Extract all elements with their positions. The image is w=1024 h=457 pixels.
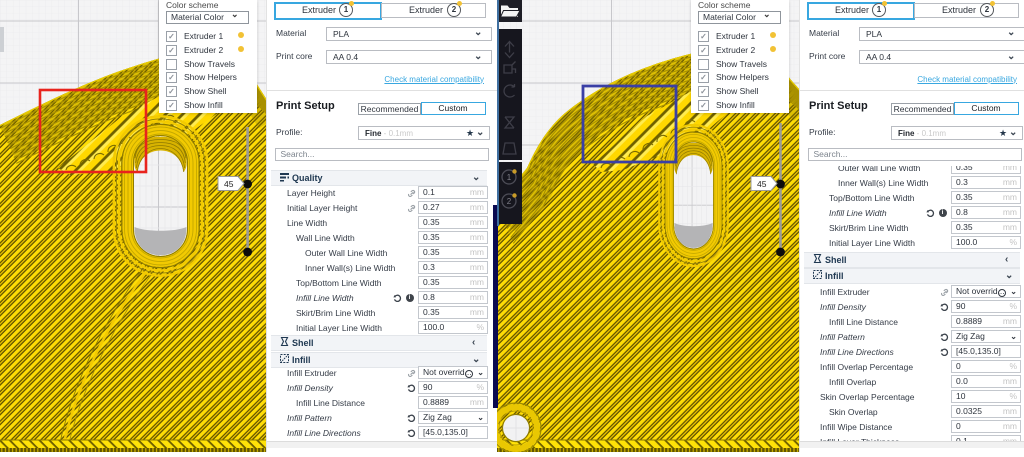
svg-text:2: 2 (507, 197, 512, 206)
svg-text:1: 1 (507, 173, 512, 182)
svg-text:45: 45 (757, 179, 767, 189)
svg-text:45: 45 (224, 179, 234, 189)
